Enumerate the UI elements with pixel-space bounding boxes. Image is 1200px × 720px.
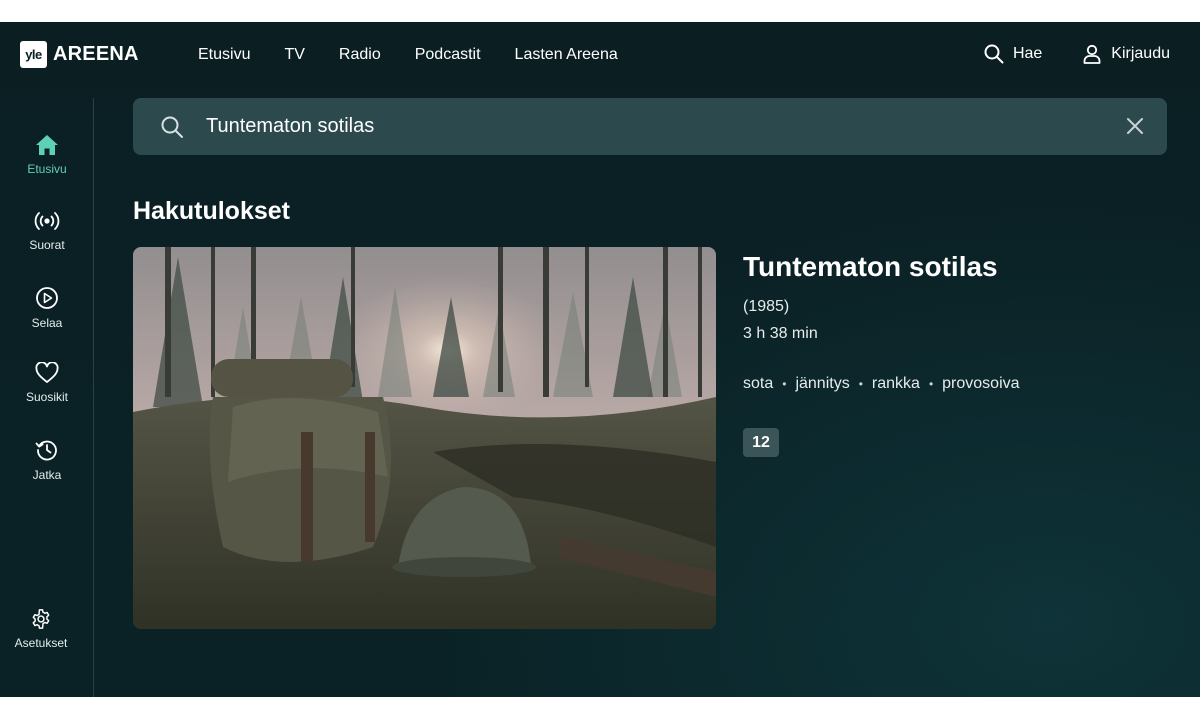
results-heading: Hakutulokset <box>133 197 290 225</box>
gear-icon <box>32 609 50 629</box>
sidebar: Etusivu Suorat Selaa Suosikit Jatka Aset… <box>0 98 94 697</box>
nav-tv[interactable]: TV <box>284 46 304 64</box>
live-broadcast-icon <box>34 212 60 230</box>
areena-app: yle AREENA Etusivu TV Radio Podcastit La… <box>0 22 1200 697</box>
tag-separator: • <box>782 377 787 391</box>
tag: rankka <box>871 375 920 392</box>
yle-areena-logo[interactable]: yle AREENA <box>20 41 139 68</box>
sidebar-item-etusivu[interactable]: Etusivu <box>0 134 94 176</box>
areena-wordmark: AREENA <box>53 43 139 65</box>
sidebar-item-label: Selaa <box>31 316 63 330</box>
login-label: Kirjaudu <box>1111 45 1170 62</box>
sidebar-item-suorat[interactable]: Suorat <box>0 210 94 252</box>
search-input[interactable] <box>206 108 1086 144</box>
search-bar <box>133 98 1167 155</box>
history-icon <box>35 440 57 461</box>
tag: sota <box>743 375 774 392</box>
home-icon <box>36 135 58 155</box>
header-actions: Hae Kirjaudu <box>984 44 1170 64</box>
search-icon <box>984 44 1004 64</box>
result-year: (1985) <box>743 298 790 315</box>
result-title[interactable]: Tuntematon sotilas <box>743 250 1163 284</box>
tag-separator: • <box>858 377 863 391</box>
tag-separator: • <box>928 377 934 391</box>
result-info: Tuntematon sotilas (1985) 3 h 38 min sot… <box>743 250 1163 457</box>
yle-logo: yle <box>20 41 47 68</box>
tag: provosoiva <box>942 375 1020 392</box>
nav-podcastit[interactable]: Podcastit <box>415 46 481 64</box>
nav-radio[interactable]: Radio <box>339 46 381 64</box>
sidebar-item-label: Etusivu <box>27 162 67 176</box>
heart-icon <box>35 362 59 383</box>
sidebar-item-asetukset[interactable]: Asetukset <box>0 608 88 650</box>
sidebar-item-suosikit[interactable]: Suosikit <box>0 362 94 404</box>
header-search-button[interactable]: Hae <box>984 44 1042 64</box>
sidebar-item-label: Suosikit <box>25 390 69 404</box>
nav-etusivu[interactable]: Etusivu <box>198 46 250 64</box>
nav-lasten-areena[interactable]: Lasten Areena <box>515 46 618 64</box>
sidebar-item-selaa[interactable]: Selaa <box>0 286 94 330</box>
top-header: yle AREENA Etusivu TV Radio Podcastit La… <box>0 22 1200 88</box>
age-rating-badge: 12 <box>743 428 779 457</box>
tag: jännitys <box>795 375 850 392</box>
result-tags: sota • jännitys • rankka • provosoiva <box>743 375 1163 393</box>
user-icon <box>1083 44 1101 64</box>
close-icon[interactable] <box>1125 116 1145 136</box>
result-duration: 3 h 38 min <box>743 325 818 342</box>
header-search-label: Hae <box>1012 45 1043 62</box>
play-circle-icon <box>36 287 58 309</box>
sidebar-item-label: Asetukset <box>14 636 68 650</box>
main-nav: Etusivu TV Radio Podcastit Lasten Areena <box>198 46 618 64</box>
sidebar-item-jatka[interactable]: Jatka <box>0 438 94 482</box>
search-icon <box>161 116 183 138</box>
result-thumbnail[interactable] <box>133 247 716 629</box>
sidebar-item-label: Suorat <box>29 238 65 252</box>
login-button[interactable]: Kirjaudu <box>1082 44 1170 64</box>
sidebar-item-label: Jatka <box>32 468 62 482</box>
